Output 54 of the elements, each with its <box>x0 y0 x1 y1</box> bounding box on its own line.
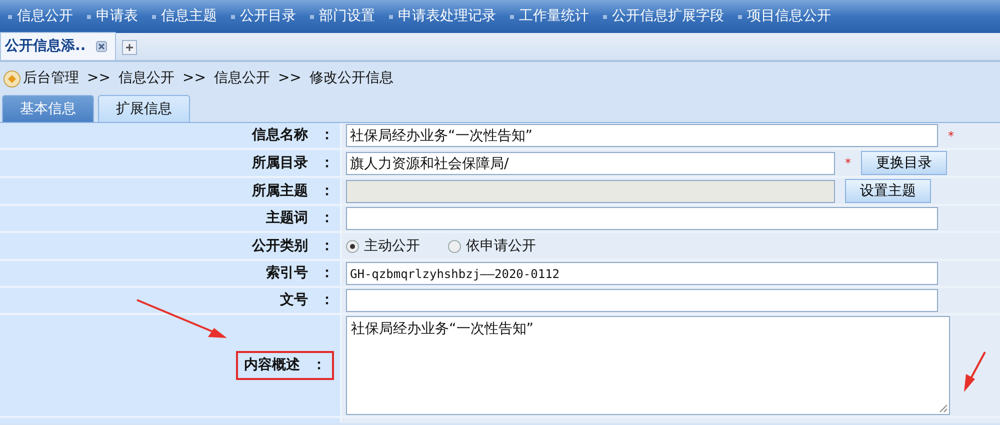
breadcrumb-separator: >> <box>87 69 110 88</box>
breadcrumb-item: 信息公开 <box>118 69 174 88</box>
menu-item[interactable]: 部门设置 <box>310 6 375 27</box>
field-label: 主题词 <box>266 208 308 228</box>
resize-grip-icon[interactable] <box>939 404 948 413</box>
text-field[interactable] <box>346 207 938 230</box>
radio-label: 主动公开 <box>364 236 420 256</box>
form-tab[interactable]: 基本信息 <box>2 95 94 122</box>
colon: ： <box>320 291 334 310</box>
field-label: 信息名称 <box>252 126 308 145</box>
colon: ： <box>320 182 334 200</box>
colon: ： <box>320 264 334 283</box>
field-label: 所属主题 <box>252 182 308 200</box>
field-label: 公开类别 <box>252 236 308 256</box>
page-tab[interactable]: 公开信息添.. <box>0 32 116 60</box>
required-mark: * <box>948 128 954 144</box>
text-field[interactable]: GH-qzbmqrlzyhshbzj——2020-0112 <box>346 262 938 285</box>
menu-item[interactable]: 项目信息公开 <box>738 6 831 27</box>
new-tab-button[interactable] <box>122 40 137 55</box>
field-label: 内容概述 <box>244 356 300 375</box>
form-tab[interactable]: 扩展信息 <box>98 95 190 122</box>
text-field[interactable] <box>346 289 938 312</box>
colon: ： <box>320 126 334 145</box>
text-area[interactable]: 社保局经办业务“一次性告知” <box>346 316 950 415</box>
close-icon[interactable] <box>96 41 107 52</box>
breadcrumb-separator: >> <box>278 69 302 88</box>
breadcrumb-item: 修改公开信息 <box>309 69 394 88</box>
annotation-arrow <box>964 352 986 392</box>
text-field[interactable]: 社保局经办业务“一次性告知” <box>346 124 938 147</box>
menu-item[interactable]: 公开信息扩展字段 <box>603 6 724 27</box>
menu-item[interactable]: 工作量统计 <box>510 6 589 27</box>
menu-item[interactable]: 信息公开 <box>8 6 73 27</box>
breadcrumb-separator: >> <box>182 69 206 88</box>
menu-item[interactable]: 信息主题 <box>152 6 217 27</box>
radio-label: 依申请公开 <box>466 236 536 256</box>
field-label: 所属目录 <box>252 154 308 172</box>
menu-item[interactable]: 公开目录 <box>231 6 296 27</box>
colon: ： <box>320 154 334 172</box>
text-field[interactable]: 旗人力资源和社会保障局/ <box>346 152 835 174</box>
plus-icon <box>124 43 134 52</box>
field-label: 文号 <box>280 291 308 310</box>
field-label: 索引号 <box>266 264 308 283</box>
colon: ： <box>312 356 326 375</box>
radio-button[interactable] <box>448 240 461 252</box>
breadcrumb-item: 后台管理 <box>23 69 79 88</box>
required-mark: * <box>845 155 851 172</box>
breadcrumb-item: 信息公开 <box>214 69 270 88</box>
change-directory-button[interactable]: 更换目录 <box>861 151 947 175</box>
home-icon <box>3 70 21 88</box>
menu-item[interactable]: 申请表处理记录 <box>389 6 496 27</box>
colon: ： <box>320 236 334 256</box>
colon: ： <box>320 209 334 228</box>
radio-button[interactable] <box>346 240 359 252</box>
menu-item[interactable]: 申请表 <box>87 6 138 27</box>
